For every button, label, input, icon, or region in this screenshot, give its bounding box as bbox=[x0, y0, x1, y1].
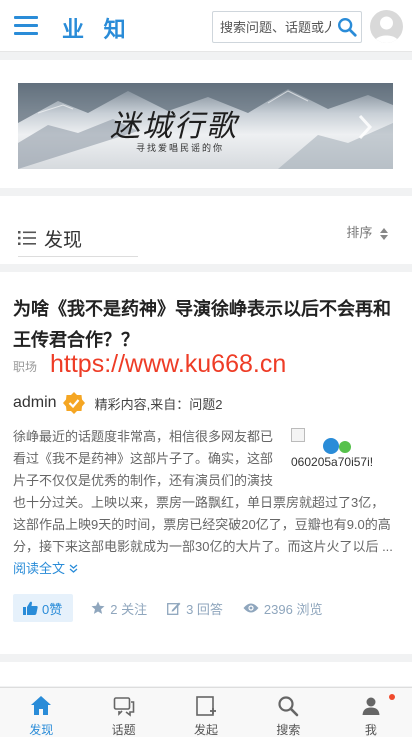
bottom-nav: 发现 话题 发起 搜索 我 bbox=[0, 687, 412, 737]
view-count-item: 2396 浏览 bbox=[243, 599, 323, 618]
author-row: admin 精彩内容,来自：问题2 bbox=[13, 391, 222, 415]
thumbs-up-icon bbox=[23, 601, 38, 615]
nav-label: 我 bbox=[364, 723, 377, 737]
sort-label: 排序 bbox=[346, 225, 373, 240]
search-box bbox=[212, 11, 362, 43]
hamburger-icon[interactable] bbox=[14, 16, 38, 35]
read-more-link[interactable]: 阅读全文 bbox=[13, 561, 78, 576]
search-icon bbox=[278, 696, 299, 717]
nav-label: 发现 bbox=[29, 723, 54, 737]
user-avatar-icon bbox=[374, 16, 399, 43]
banner-title: 迷城行歌 bbox=[110, 109, 238, 144]
watermark-text: https://www.ku668.cn bbox=[50, 350, 287, 378]
site-logo[interactable]: 业 知 bbox=[62, 12, 132, 44]
avatar[interactable] bbox=[370, 10, 403, 43]
banner-card: 迷城行歌 寻找爱唱民谣的你 bbox=[0, 60, 412, 188]
verified-badge-icon bbox=[62, 392, 85, 414]
edit-icon bbox=[167, 602, 181, 615]
article-thumbnail[interactable]: 060205a70i57i! bbox=[291, 428, 395, 486]
answer-button[interactable]: 3 回答 bbox=[167, 599, 223, 618]
search-icon[interactable] bbox=[336, 16, 358, 38]
article-card: 为啥《我不是药神》导演徐峥表示以后不会再和王传君合作？？ 职场 https://… bbox=[0, 272, 412, 654]
section-title: 发现 bbox=[18, 224, 82, 252]
banner-carousel[interactable]: 迷城行歌 寻找爱唱民谣的你 bbox=[18, 83, 393, 169]
nav-item-search[interactable]: 搜索 bbox=[247, 688, 329, 737]
nav-item-discover[interactable]: 发现 bbox=[0, 688, 82, 737]
article-excerpt: 060205a70i57i! 徐峥最近的话题度非常高，相信很多网友都已看过《我不… bbox=[13, 426, 395, 580]
article-category[interactable]: 职场 bbox=[13, 358, 37, 375]
answer-count: 3 回答 bbox=[186, 601, 223, 617]
notification-dot bbox=[389, 694, 396, 700]
chevron-right-icon[interactable] bbox=[357, 113, 373, 141]
sort-button[interactable]: 排序 bbox=[346, 222, 388, 241]
nav-item-me[interactable]: 我 bbox=[330, 688, 412, 737]
double-chevron-down-icon bbox=[69, 564, 78, 573]
broken-image-icon bbox=[291, 428, 305, 442]
section-divider bbox=[18, 256, 138, 257]
topic-icon bbox=[113, 697, 134, 717]
sort-icon bbox=[380, 227, 388, 240]
nav-item-topics[interactable]: 话题 bbox=[82, 688, 164, 737]
list-icon bbox=[18, 231, 36, 245]
nav-label: 发起 bbox=[194, 723, 219, 737]
follow-count: 2 关注 bbox=[110, 601, 148, 617]
discover-header: 发现 排序 bbox=[0, 196, 412, 264]
eye-icon bbox=[243, 603, 259, 613]
thumbnail-dot-blue bbox=[323, 438, 339, 454]
nav-label: 话题 bbox=[111, 723, 136, 737]
article-title[interactable]: 为啥《我不是药神》导演徐峥表示以后不会再和王传君合作？？ bbox=[13, 294, 393, 356]
top-header: 业 知 bbox=[0, 0, 412, 52]
banner-subtitle: 寻找爱唱民谣的你 bbox=[136, 143, 225, 153]
read-more-label: 阅读全文 bbox=[13, 561, 66, 576]
discover-title: 发现 bbox=[44, 229, 83, 251]
publish-icon bbox=[196, 696, 217, 716]
thumbnail-dot-green bbox=[339, 441, 351, 453]
author-name[interactable]: admin bbox=[13, 394, 57, 412]
nav-label: 搜索 bbox=[276, 723, 301, 737]
search-input[interactable] bbox=[213, 12, 331, 42]
follow-button[interactable]: 2 关注 bbox=[91, 599, 147, 618]
next-feed-card bbox=[0, 662, 412, 686]
like-count: 0赞 bbox=[42, 601, 63, 617]
article-actions: 0赞 2 关注 3 回答 2396 浏览 bbox=[13, 594, 342, 622]
view-count: 2396 浏览 bbox=[263, 601, 323, 617]
star-icon bbox=[91, 601, 105, 614]
nav-item-publish[interactable]: 发起 bbox=[165, 688, 247, 737]
user-icon bbox=[362, 697, 380, 715]
thumbnail-alt-text: 060205a70i57i! bbox=[291, 455, 374, 469]
article-source: 精彩内容,来自：问题2 bbox=[94, 396, 223, 412]
home-icon bbox=[31, 696, 52, 715]
like-button[interactable]: 0赞 bbox=[13, 594, 74, 622]
